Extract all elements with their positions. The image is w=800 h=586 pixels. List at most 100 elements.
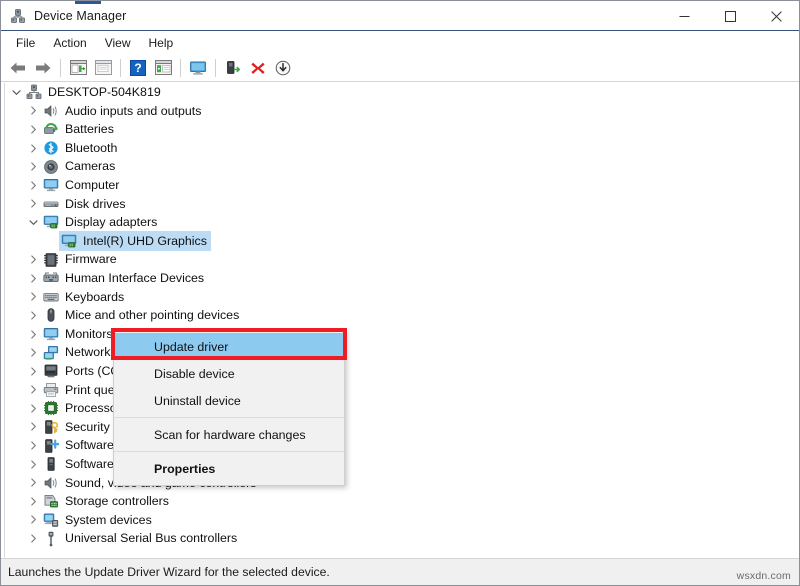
tree-item-label: Mice and other pointing devices (65, 308, 240, 323)
tree-item-content: Display adapters (41, 212, 161, 232)
chevron-right-icon[interactable] (25, 325, 41, 343)
minimize-button[interactable] (661, 1, 707, 31)
tree-item-computer[interactable]: Computer (5, 176, 796, 195)
context-menu-update-driver[interactable]: Update driver (114, 333, 344, 360)
maximize-button[interactable] (707, 1, 753, 31)
forward-button[interactable] (31, 57, 55, 79)
tree-item-label: Storage controllers (65, 494, 169, 509)
context-menu-separator-1 (114, 417, 344, 418)
chevron-right-icon[interactable] (25, 455, 41, 473)
window-accent-tab (75, 1, 101, 4)
tree-item-audio-inputs-and-outputs[interactable]: Audio inputs and outputs (5, 102, 796, 121)
software-device-icon (43, 456, 59, 472)
tree-item-system-devices[interactable]: System devices (5, 511, 796, 530)
menu-action[interactable]: Action (44, 33, 95, 53)
tree-item-desktop-504k819[interactable]: DESKTOP-504K819 (5, 83, 796, 102)
tree-item-content: Cameras (41, 157, 119, 177)
context-menu-disable-device[interactable]: Disable device (114, 360, 344, 387)
storage-controller-icon (43, 493, 59, 509)
chevron-right-icon[interactable] (25, 492, 41, 510)
monitor-icon (43, 177, 59, 193)
content-area: DESKTOP-504K819 Audio inputs and outputs B… (1, 82, 799, 558)
svg-text:?: ? (134, 61, 141, 75)
chevron-down-icon[interactable] (8, 83, 24, 101)
tree-item-storage-controllers[interactable]: Storage controllers (5, 492, 796, 511)
properties-button[interactable] (91, 57, 115, 79)
chevron-right-icon[interactable] (25, 139, 41, 157)
tree-item-mice-and-other-pointing-devices[interactable]: Mice and other pointing devices (5, 306, 796, 325)
chevron-right-icon[interactable] (25, 306, 41, 324)
chevron-right-icon[interactable] (25, 399, 41, 417)
tree-item-label: Bluetooth (65, 140, 118, 155)
red-x-icon (250, 60, 266, 76)
chevron-right-icon[interactable] (25, 176, 41, 194)
window-controls (661, 1, 799, 31)
speaker-icon (43, 475, 59, 491)
close-button[interactable] (753, 1, 799, 31)
device-tree[interactable]: DESKTOP-504K819 Audio inputs and outputs B… (4, 83, 796, 558)
context-menu-separator-2 (114, 451, 344, 452)
tree-item-batteries[interactable]: Batteries (5, 120, 796, 139)
chevron-right-icon[interactable] (25, 288, 41, 306)
uninstall-device-button[interactable] (246, 57, 270, 79)
title-bar-underline (1, 30, 799, 31)
show-details-button[interactable] (151, 57, 175, 79)
context-menu-properties[interactable]: Properties (114, 455, 344, 482)
chevron-right-icon[interactable] (25, 530, 41, 548)
tree-expander-placeholder (43, 232, 59, 250)
system-device-icon (43, 512, 59, 528)
chevron-right-icon[interactable] (25, 269, 41, 287)
chevron-right-icon[interactable] (25, 437, 41, 455)
chevron-down-icon[interactable] (25, 213, 41, 231)
processor-icon (43, 400, 59, 416)
window-title: Device Manager (34, 9, 127, 23)
menu-bar: File Action View Help (1, 31, 799, 54)
show-hide-console-tree-button[interactable] (66, 57, 90, 79)
monitor-update-icon (189, 60, 207, 76)
menu-file[interactable]: File (7, 33, 44, 53)
chevron-right-icon[interactable] (25, 362, 41, 380)
chevron-right-icon[interactable] (25, 251, 41, 269)
forward-arrow-icon (34, 60, 52, 76)
battery-icon (43, 121, 59, 137)
tree-item-intel-uhd-graphics[interactable]: Intel(R) UHD Graphics (5, 231, 796, 252)
menu-help[interactable]: Help (140, 33, 183, 53)
title-bar-left: Device Manager (1, 8, 126, 24)
tree-item-human-interface-devices[interactable]: Human Interface Devices (5, 269, 796, 288)
speaker-icon (43, 103, 59, 119)
tree-item-content: Human Interface Devices (41, 268, 208, 288)
tree-item-label: Universal Serial Bus controllers (65, 531, 238, 546)
scan-hardware-changes-button[interactable] (221, 57, 245, 79)
back-button[interactable] (6, 57, 30, 79)
chevron-right-icon[interactable] (25, 418, 41, 436)
disable-device-button[interactable] (271, 57, 295, 79)
tree-item-label: Display adapters (65, 215, 158, 230)
chevron-right-icon[interactable] (25, 195, 41, 213)
context-menu[interactable]: Update driver Disable device Uninstall dev… (113, 330, 345, 486)
chevron-right-icon[interactable] (25, 344, 41, 362)
update-driver-button[interactable] (186, 57, 210, 79)
context-menu-scan-for-hardware-changes[interactable]: Scan for hardware changes (114, 421, 344, 448)
tree-item-content: Bluetooth (41, 138, 121, 158)
tree-item-keyboards[interactable]: Keyboards (5, 288, 796, 307)
tree-item-cameras[interactable]: Cameras (5, 157, 796, 176)
tree-item-disk-drives[interactable]: Disk drives (5, 195, 796, 214)
tree-item-bluetooth[interactable]: Bluetooth (5, 139, 796, 158)
tree-item-display-adapters[interactable]: Display adapters (5, 213, 796, 232)
help-button[interactable]: ? (126, 57, 150, 79)
chevron-right-icon[interactable] (25, 474, 41, 492)
menu-view[interactable]: View (96, 33, 140, 53)
chevron-right-icon[interactable] (25, 511, 41, 529)
chevron-right-icon[interactable] (25, 120, 41, 138)
tree-item-label: Cameras (65, 159, 116, 174)
tree-item-firmware[interactable]: Firmware (5, 250, 796, 269)
chevron-right-icon[interactable] (25, 381, 41, 399)
tree-item-label: Batteries (65, 122, 114, 137)
chevron-right-icon[interactable] (25, 158, 41, 176)
security-device-icon (43, 419, 59, 435)
tree-item-universal-serial-bus-controllers[interactable]: Universal Serial Bus controllers (5, 529, 796, 548)
device-manager-window: Device Manager File Action View Help ? D… (0, 0, 800, 586)
tree-item-label: Computer (65, 178, 120, 193)
context-menu-uninstall-device[interactable]: Uninstall device (114, 387, 344, 414)
chevron-right-icon[interactable] (25, 102, 41, 120)
